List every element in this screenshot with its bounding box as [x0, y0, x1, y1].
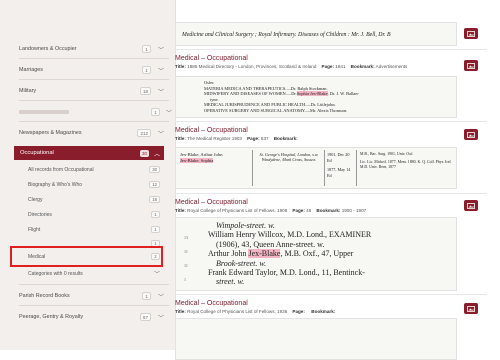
result-title[interactable]: Medical – Occupational [175, 300, 487, 307]
count-badge: 12 [149, 181, 160, 188]
chevron-down-icon[interactable]: ﹀ [157, 129, 165, 138]
result-title[interactable]: Medical – Occupational [175, 199, 487, 206]
result-meta: Title: The Medical Register 1903 Page: 6… [175, 136, 298, 141]
subfilter-zero-results[interactable]: Categories with 0 results ﹀ [28, 268, 160, 279]
count-badge: 1 [142, 292, 151, 300]
name-highlight: Sophia Jex-Blake [296, 91, 328, 97]
record-scan-image[interactable]: 13 11 11 1 Wimpole-street. w. William He… [175, 217, 457, 291]
filter-newspapers[interactable]: Newspapers & Magazines 212 ﹀ [19, 127, 165, 139]
record-scan-image[interactable] [175, 318, 457, 360]
count-badge: 67 [139, 313, 151, 321]
record-scan-image[interactable]: Jex-Blake, Arthur John Jex-Blake, Sophia… [175, 147, 457, 189]
result-meta: Title: Royal College of Physicians List … [175, 309, 336, 314]
filter-obscured[interactable]: 1 ﹀ [19, 106, 172, 118]
filter-sidebar: Landowners & Occupier 1 ﹀ Marriages 1 ﹀ … [0, 0, 176, 350]
divider [19, 284, 169, 285]
search-result: Medical – Occupational Title: Royal Coll… [175, 199, 487, 213]
filter-marriages[interactable]: Marriages 1 ﹀ [19, 64, 165, 76]
chevron-down-icon[interactable]: ﹀ [166, 108, 172, 117]
chevron-down-icon[interactable]: ﹀ [154, 269, 160, 278]
divider [19, 100, 169, 101]
result-title[interactable]: Medical – Occupational [175, 127, 487, 134]
name-highlight: Jex-Blake [248, 249, 281, 259]
divider [175, 193, 487, 194]
chevron-down-icon[interactable]: ﹀ [157, 87, 165, 96]
count-badge: 1 [151, 211, 160, 218]
search-result: Medical – Occupational Title: Royal Coll… [175, 300, 487, 314]
divider [175, 49, 487, 50]
chevron-down-icon[interactable]: ﹀ [157, 313, 165, 322]
image-icon[interactable] [464, 200, 478, 211]
count-badge: 1 [142, 66, 151, 74]
divider [19, 121, 169, 122]
chevron-down-icon[interactable]: ﹀ [157, 45, 165, 54]
image-icon[interactable] [464, 60, 478, 71]
filter-occupational-header[interactable]: Occupational 30 ︿ [14, 146, 164, 160]
search-result: Medical – Occupational Title: 1885 Medic… [175, 55, 487, 69]
divider [19, 305, 169, 306]
divider [19, 58, 169, 59]
count-badge: 212 [137, 129, 151, 137]
divider [175, 294, 487, 295]
subfilter-flight[interactable]: Flight 1 [28, 224, 160, 235]
filter-peerage[interactable]: Peerage, Gentry & Royalty 67 ﹀ [19, 311, 165, 323]
divider [175, 121, 487, 122]
name-highlight: Jex-Blake, Sophia [180, 158, 214, 163]
search-result: Medical – Occupational Title: The Medica… [175, 127, 487, 141]
chevron-down-icon[interactable]: ﹀ [157, 66, 165, 75]
filter-landowners[interactable]: Landowners & Occupier 1 ﹀ [19, 43, 165, 55]
result-title[interactable]: Medical – Occupational [175, 55, 487, 62]
count-badge: 30 [149, 166, 160, 173]
subfilter-all-occupational[interactable]: All records from Occupational 30 [28, 164, 160, 175]
count-badge: 30 [139, 149, 149, 157]
chevron-down-icon[interactable]: ﹀ [157, 292, 165, 301]
divider [19, 79, 169, 80]
result-meta: Title: 1885 Medical Directory - London, … [175, 64, 408, 69]
record-scan-image[interactable]: Medicine and Clinical Surgery ; Royal In… [175, 22, 457, 46]
result-meta: Title: Royal College of Physicians List … [175, 208, 367, 213]
image-icon[interactable] [464, 129, 478, 140]
filter-parish-record-books[interactable]: Parish Record Books 1 ﹀ [19, 290, 165, 302]
count-badge: 18 [149, 196, 160, 203]
count-badge: 1 [151, 226, 160, 233]
count-badge: 1 [142, 45, 151, 53]
subfilter-directories[interactable]: Directories 1 [28, 209, 160, 220]
subfilter-clergy[interactable]: Clergy 18 [28, 194, 160, 205]
image-icon[interactable] [464, 303, 478, 314]
subfilter-biography[interactable]: Biography & Who's Who 12 [28, 179, 160, 190]
annotation-highlight-box [10, 246, 163, 267]
count-badge: 1 [151, 108, 160, 116]
filter-military[interactable]: Military 18 ﹀ [19, 85, 165, 97]
image-icon[interactable] [464, 28, 478, 39]
record-scan-image[interactable]: Osler. MATERIA MEDICA AND THERAPEUTICS.—… [175, 76, 457, 118]
chevron-up-icon[interactable]: ︿ [154, 149, 160, 158]
count-badge: 18 [139, 87, 151, 95]
obscured-label [19, 110, 69, 114]
